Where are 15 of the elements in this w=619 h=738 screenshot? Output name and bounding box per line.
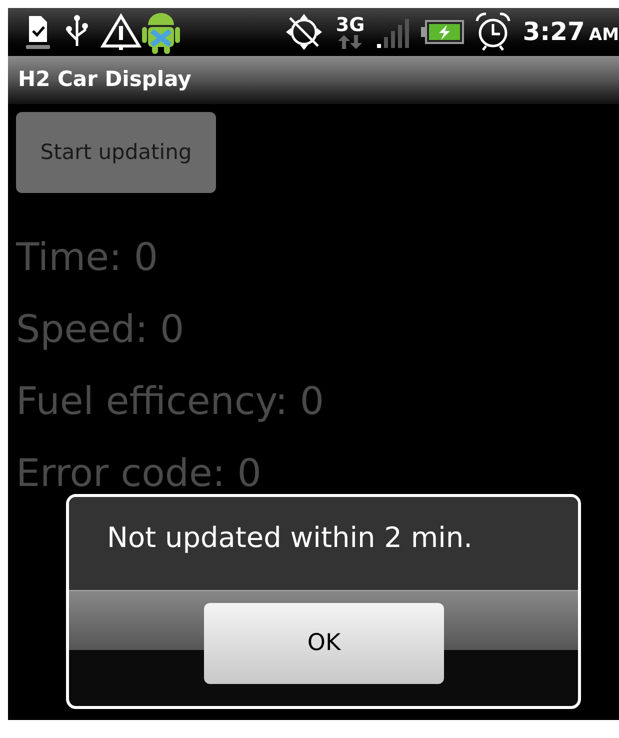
network-type-label: 3G [336, 16, 365, 34]
readout-label: Error code: 0 [16, 450, 262, 497]
battery-charging-icon [420, 19, 465, 45]
rotation-off-icon [284, 12, 324, 52]
dialog-message: Not updated within 2 min. [107, 520, 473, 556]
ok-button[interactable]: OK [204, 603, 444, 684]
alarm-clock-icon [474, 12, 511, 52]
app-title: H2 Car Display [18, 66, 192, 94]
readout-label: Time: 0 [16, 234, 160, 281]
data-arrows-icon [336, 34, 364, 48]
clock: 3:27 AM [522, 16, 619, 48]
warning-icon [100, 12, 142, 52]
readout-label: Fuel efficency: 0 [16, 378, 326, 425]
readout-label: Speed: 0 [16, 306, 186, 353]
download-done-icon [25, 14, 51, 50]
